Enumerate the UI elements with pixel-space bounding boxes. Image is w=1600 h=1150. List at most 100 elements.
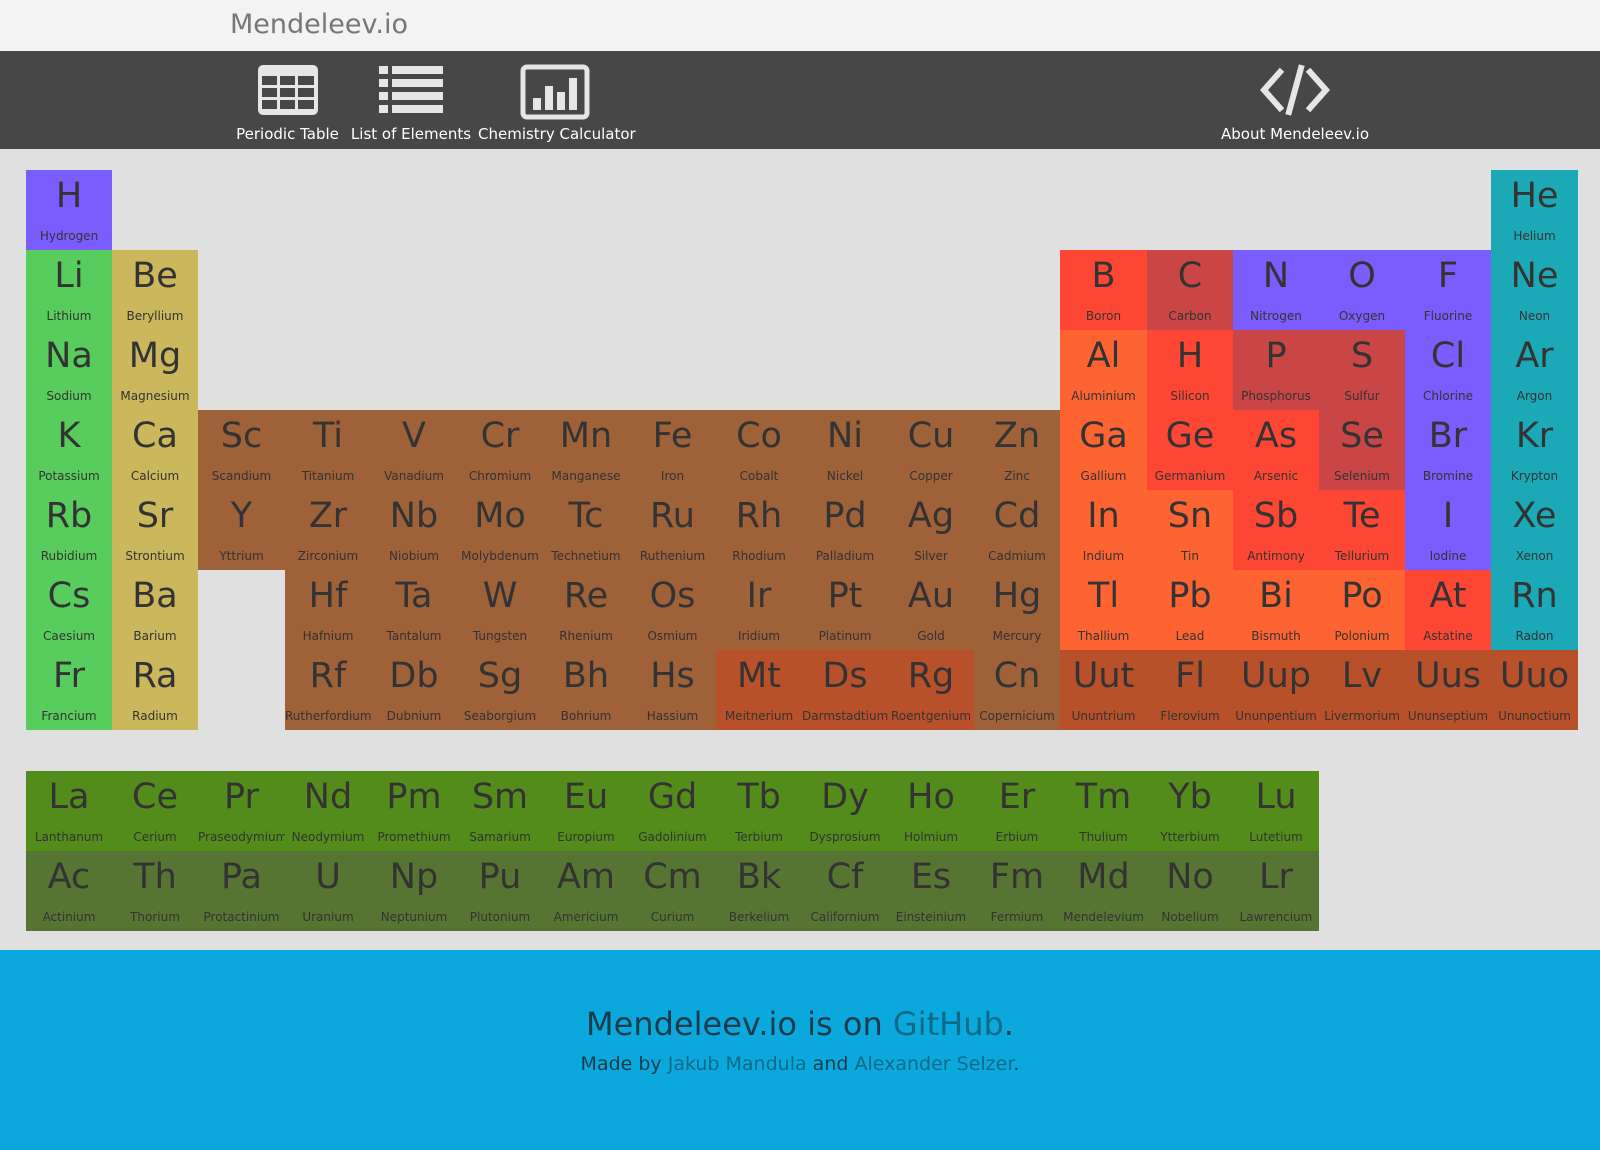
- element-cell-fermium[interactable]: Fm Fermium: [974, 851, 1060, 931]
- element-cell-promethium[interactable]: Pm Promethium: [371, 771, 457, 851]
- element-cell-erbium[interactable]: Er Erbium: [974, 771, 1060, 851]
- element-cell-helium[interactable]: He Helium: [1491, 170, 1578, 250]
- element-cell-ytterbium[interactable]: Yb Ytterbium: [1147, 771, 1233, 851]
- element-cell-actinium[interactable]: Ac Actinium: [26, 851, 112, 931]
- element-cell-berkelium[interactable]: Bk Berkelium: [716, 851, 802, 931]
- nav-chemistry-calculator[interactable]: Chemistry Calculator: [478, 51, 636, 149]
- element-cell-strontium[interactable]: Sr Strontium: [112, 490, 198, 570]
- element-cell-niobium[interactable]: Nb Niobium: [371, 490, 457, 570]
- element-cell-silver[interactable]: Ag Silver: [888, 490, 974, 570]
- element-cell-zirconium[interactable]: Zr Zirconium: [285, 490, 371, 570]
- element-cell-sodium[interactable]: Na Sodium: [26, 330, 112, 410]
- element-cell-carbon[interactable]: C Carbon: [1147, 250, 1233, 330]
- element-cell-molybdenum[interactable]: Mo Molybdenum: [457, 490, 543, 570]
- element-cell-yttrium[interactable]: Y Yttrium: [198, 490, 285, 570]
- element-cell-iron[interactable]: Fe Iron: [629, 410, 716, 490]
- element-cell-roentgenium[interactable]: Rg Roentgenium: [888, 650, 974, 730]
- element-cell-lutetium[interactable]: Lu Lutetium: [1233, 771, 1319, 851]
- element-cell-sulfur[interactable]: S Sulfur: [1319, 330, 1405, 410]
- element-cell-boron[interactable]: B Boron: [1060, 250, 1147, 330]
- element-cell-palladium[interactable]: Pd Palladium: [802, 490, 888, 570]
- element-cell-manganese[interactable]: Mn Manganese: [543, 410, 629, 490]
- element-cell-ununtrium[interactable]: Uut Ununtrium: [1060, 650, 1147, 730]
- element-cell-chlorine[interactable]: Cl Chlorine: [1405, 330, 1491, 410]
- element-cell-ruthenium[interactable]: Ru Ruthenium: [629, 490, 716, 570]
- element-cell-flerovium[interactable]: Fl Flerovium: [1147, 650, 1233, 730]
- element-cell-scandium[interactable]: Sc Scandium: [198, 410, 285, 490]
- element-cell-selenium[interactable]: Se Selenium: [1319, 410, 1405, 490]
- element-cell-ununpentium[interactable]: Uup Ununpentium: [1233, 650, 1319, 730]
- element-cell-bromine[interactable]: Br Bromine: [1405, 410, 1491, 490]
- element-cell-tungsten[interactable]: W Tungsten: [457, 570, 543, 650]
- element-cell-cerium[interactable]: Ce Cerium: [112, 771, 198, 851]
- element-cell-cadmium[interactable]: Cd Cadmium: [974, 490, 1060, 570]
- element-cell-nobelium[interactable]: No Nobelium: [1147, 851, 1233, 931]
- nav-about[interactable]: About Mendeleev.io: [1220, 51, 1370, 149]
- author-link-jakub-mandula[interactable]: Jakub Mandula: [668, 1053, 807, 1075]
- element-cell-barium[interactable]: Ba Barium: [112, 570, 198, 650]
- element-cell-zinc[interactable]: Zn Zinc: [974, 410, 1060, 490]
- element-cell-neodymium[interactable]: Nd Neodymium: [285, 771, 371, 851]
- element-cell-thorium[interactable]: Th Thorium: [112, 851, 198, 931]
- element-cell-gallium[interactable]: Ga Gallium: [1060, 410, 1147, 490]
- element-cell-indium[interactable]: In Indium: [1060, 490, 1147, 570]
- element-cell-darmstadtium[interactable]: Ds Darmstadtium: [802, 650, 888, 730]
- element-cell-vanadium[interactable]: V Vanadium: [371, 410, 457, 490]
- element-cell-iodine[interactable]: I Iodine: [1405, 490, 1491, 570]
- element-cell-plutonium[interactable]: Pu Plutonium: [457, 851, 543, 931]
- element-cell-curium[interactable]: Cm Curium: [629, 851, 716, 931]
- element-cell-mercury[interactable]: Hg Mercury: [974, 570, 1060, 650]
- element-cell-protactinium[interactable]: Pa Protactinium: [198, 851, 285, 931]
- element-cell-californium[interactable]: Cf Californium: [802, 851, 888, 931]
- element-cell-lithium[interactable]: Li Lithium: [26, 250, 112, 330]
- element-cell-rutherfordium[interactable]: Rf Rutherfordium: [285, 650, 371, 730]
- element-cell-rubidium[interactable]: Rb Rubidium: [26, 490, 112, 570]
- element-cell-bismuth[interactable]: Bi Bismuth: [1233, 570, 1319, 650]
- element-cell-seaborgium[interactable]: Sg Seaborgium: [457, 650, 543, 730]
- element-cell-uranium[interactable]: U Uranium: [285, 851, 371, 931]
- element-cell-tantalum[interactable]: Ta Tantalum: [371, 570, 457, 650]
- element-cell-magnesium[interactable]: Mg Magnesium: [112, 330, 198, 410]
- element-cell-copernicium[interactable]: Cn Copernicium: [974, 650, 1060, 730]
- element-cell-hafnium[interactable]: Hf Hafnium: [285, 570, 371, 650]
- nav-list-of-elements[interactable]: List of Elements: [350, 51, 472, 149]
- element-cell-holmium[interactable]: Ho Holmium: [888, 771, 974, 851]
- element-cell-dubnium[interactable]: Db Dubnium: [371, 650, 457, 730]
- element-cell-bohrium[interactable]: Bh Bohrium: [543, 650, 629, 730]
- nav-periodic-table[interactable]: Periodic Table: [229, 51, 346, 149]
- element-cell-dysprosium[interactable]: Dy Dysprosium: [802, 771, 888, 851]
- element-cell-arsenic[interactable]: As Arsenic: [1233, 410, 1319, 490]
- element-cell-americium[interactable]: Am Americium: [543, 851, 629, 931]
- element-cell-nickel[interactable]: Ni Nickel: [802, 410, 888, 490]
- element-cell-radium[interactable]: Ra Radium: [112, 650, 198, 730]
- element-cell-beryllium[interactable]: Be Beryllium: [112, 250, 198, 330]
- author-link-alexander-selzer[interactable]: Alexander Selzer: [854, 1053, 1013, 1075]
- element-cell-ununoctium[interactable]: Uuo Ununoctium: [1491, 650, 1578, 730]
- element-cell-neon[interactable]: Ne Neon: [1491, 250, 1578, 330]
- element-cell-thallium[interactable]: Tl Thallium: [1060, 570, 1147, 650]
- element-cell-krypton[interactable]: Kr Krypton: [1491, 410, 1578, 490]
- element-cell-caesium[interactable]: Cs Caesium: [26, 570, 112, 650]
- element-cell-titanium[interactable]: Ti Titanium: [285, 410, 371, 490]
- element-cell-thulium[interactable]: Tm Thulium: [1060, 771, 1147, 851]
- element-cell-einsteinium[interactable]: Es Einsteinium: [888, 851, 974, 931]
- element-cell-silicon[interactable]: H Silicon: [1147, 330, 1233, 410]
- element-cell-polonium[interactable]: Po Polonium: [1319, 570, 1405, 650]
- element-cell-rhodium[interactable]: Rh Rhodium: [716, 490, 802, 570]
- element-cell-gold[interactable]: Au Gold: [888, 570, 974, 650]
- element-cell-argon[interactable]: Ar Argon: [1491, 330, 1578, 410]
- element-cell-oxygen[interactable]: O Oxygen: [1319, 250, 1405, 330]
- element-cell-europium[interactable]: Eu Europium: [543, 771, 629, 851]
- element-cell-livermorium[interactable]: Lv Livermorium: [1319, 650, 1405, 730]
- element-cell-praseodymium[interactable]: Pr Praseodymium: [198, 771, 285, 851]
- element-cell-calcium[interactable]: Ca Calcium: [112, 410, 198, 490]
- element-cell-astatine[interactable]: At Astatine: [1405, 570, 1491, 650]
- element-cell-terbium[interactable]: Tb Terbium: [716, 771, 802, 851]
- element-cell-radon[interactable]: Rn Radon: [1491, 570, 1578, 650]
- element-cell-lead[interactable]: Pb Lead: [1147, 570, 1233, 650]
- element-cell-hydrogen[interactable]: H Hydrogen: [26, 170, 112, 250]
- element-cell-lanthanum[interactable]: La Lanthanum: [26, 771, 112, 851]
- element-cell-nitrogen[interactable]: N Nitrogen: [1233, 250, 1319, 330]
- element-cell-neptunium[interactable]: Np Neptunium: [371, 851, 457, 931]
- element-cell-tellurium[interactable]: Te Tellurium: [1319, 490, 1405, 570]
